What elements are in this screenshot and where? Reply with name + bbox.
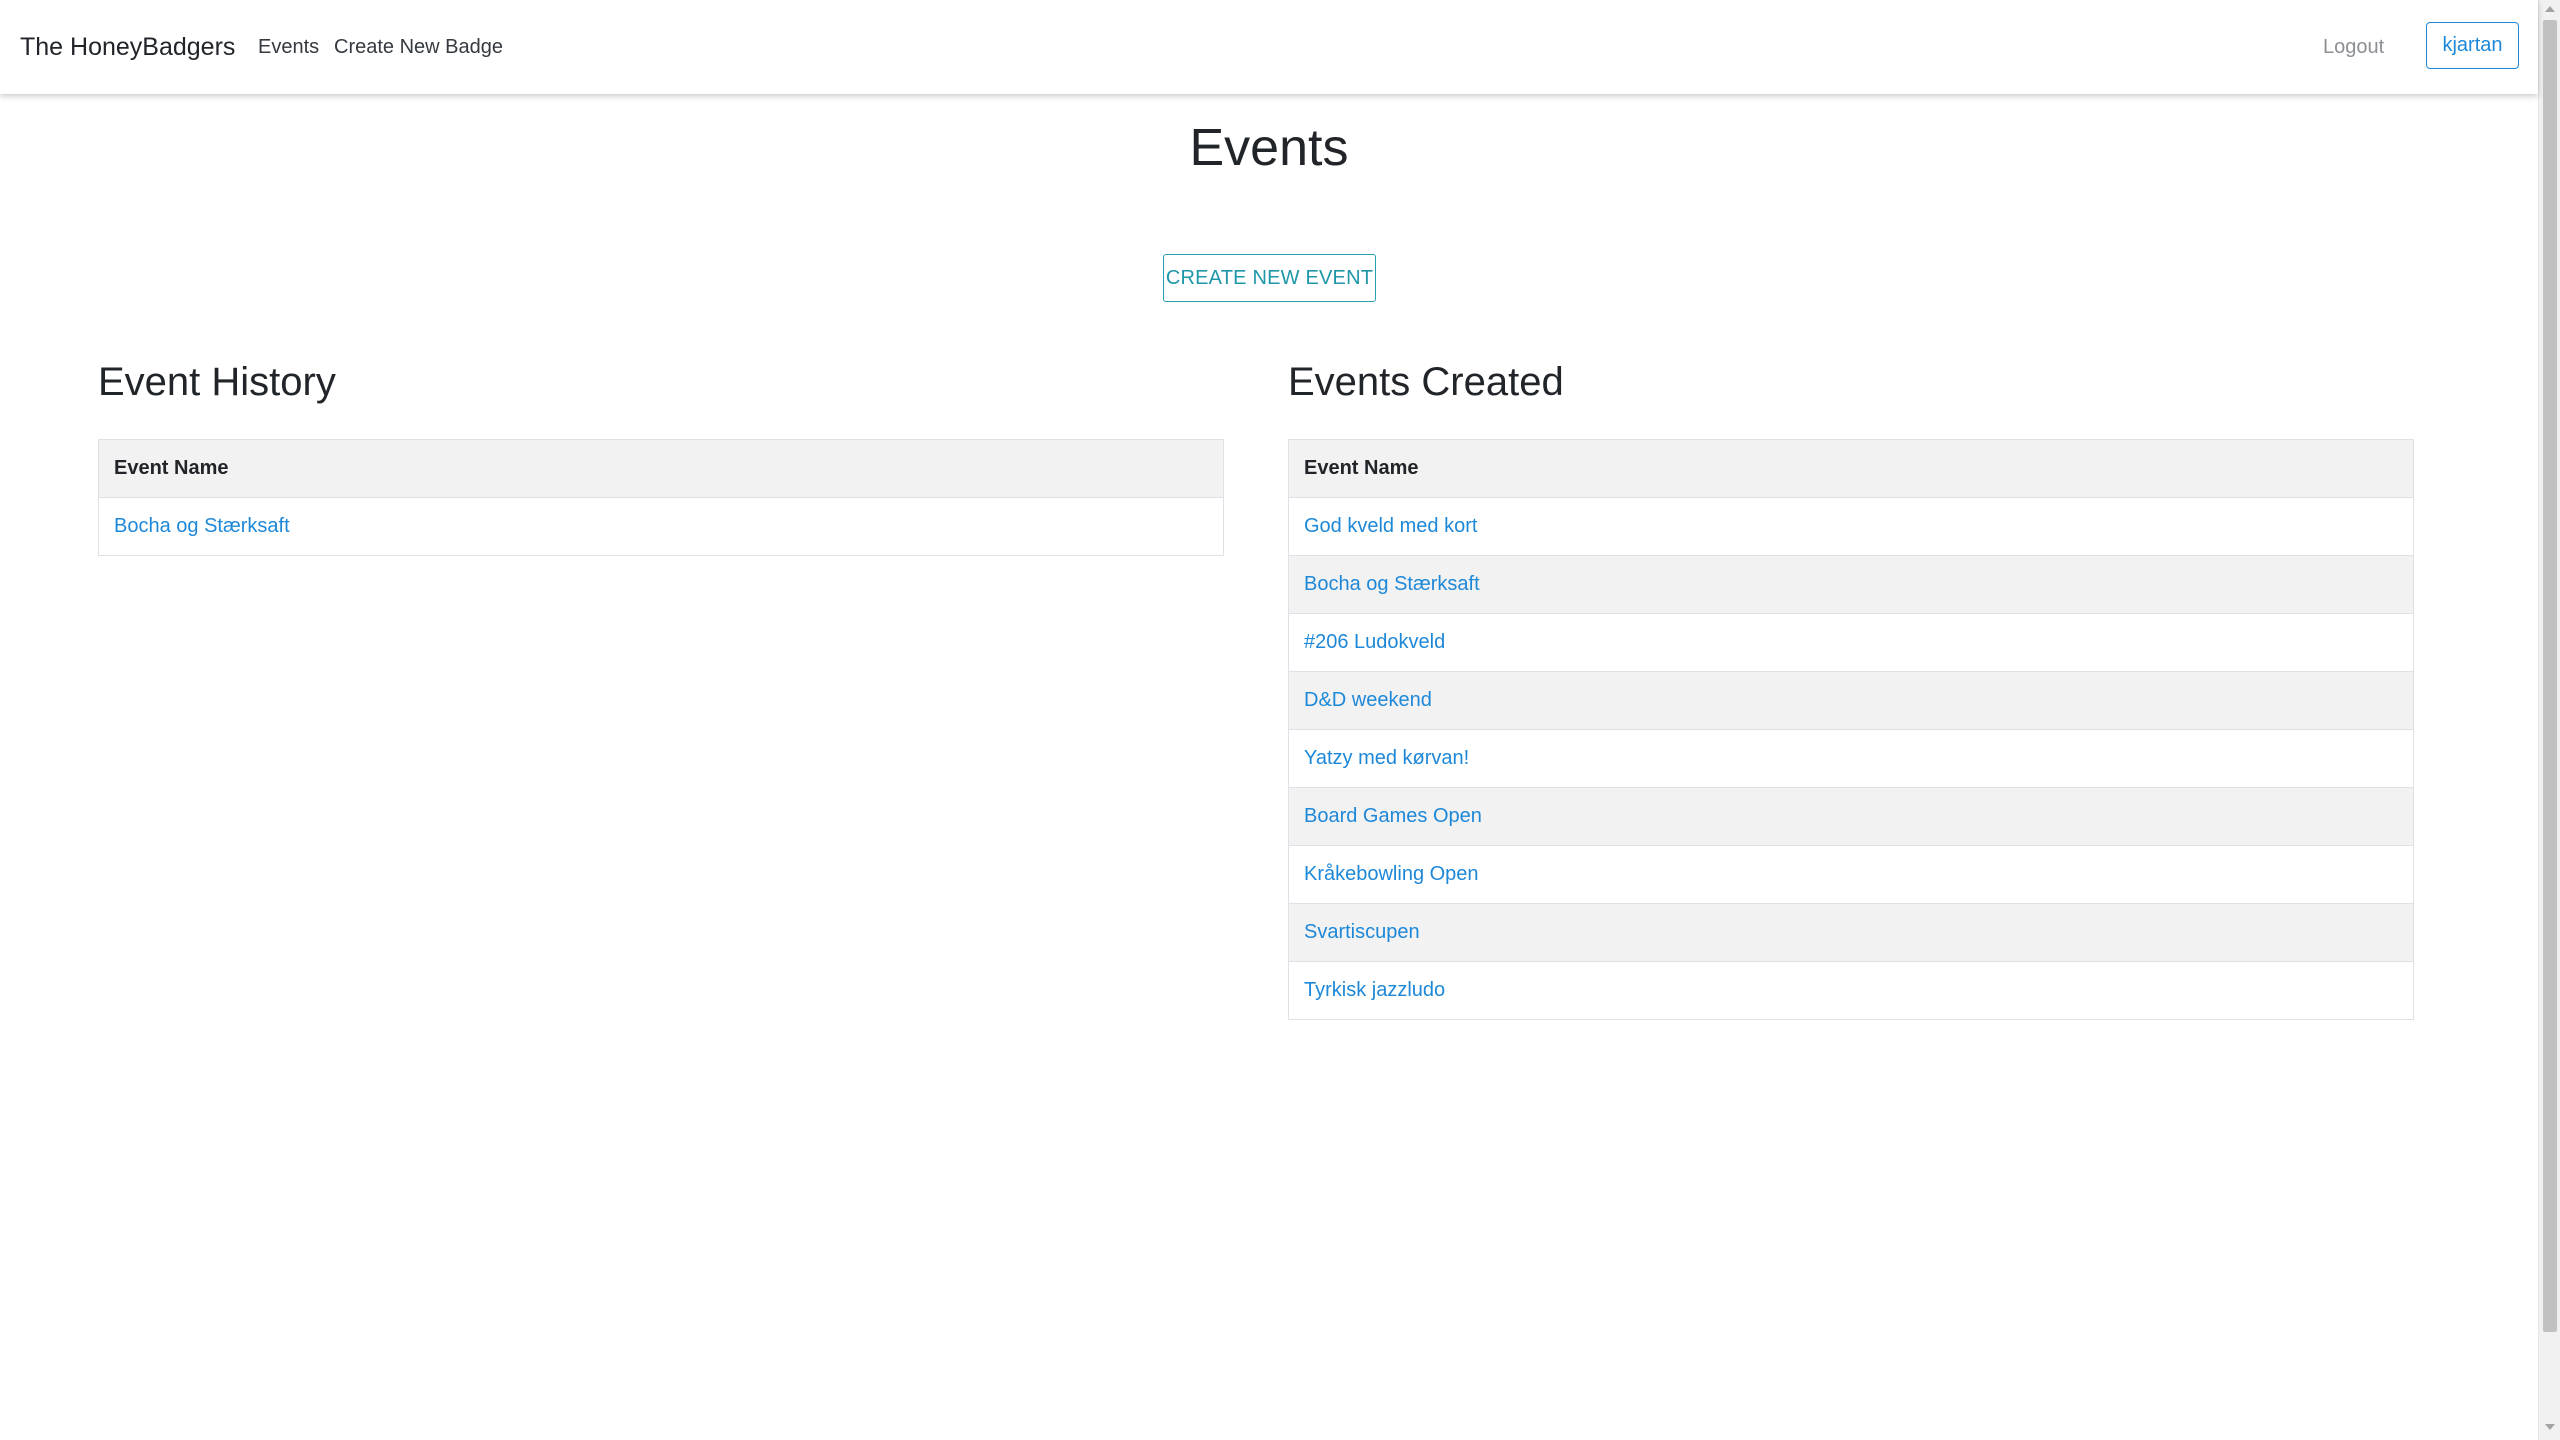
table-row: God kveld med kort (1288, 497, 2414, 556)
table-row: Bocha og Stærksaft (1288, 555, 2414, 614)
table-row: Bocha og Stærksaft (98, 497, 1224, 556)
table-row: Svartiscupen (1288, 903, 2414, 962)
table-cell: God kveld med kort (1288, 497, 2414, 556)
events-created-heading: Events Created (1288, 360, 1564, 404)
event-link[interactable]: Kråkebowling Open (1304, 863, 1479, 885)
table-row: Yatzy med kørvan! (1288, 729, 2414, 788)
event-link[interactable]: God kveld med kort (1304, 515, 1477, 537)
scroll-down-icon[interactable] (2545, 1424, 2555, 1430)
table-cell: Tyrkisk jazzludo (1288, 961, 2414, 1020)
nav-link-events[interactable]: Events (258, 0, 319, 94)
user-profile-button[interactable]: kjartan (2426, 22, 2519, 69)
table-row: #206 Ludokveld (1288, 613, 2414, 672)
event-history-table: Event Name Bocha og Stærksaft (98, 439, 1224, 556)
event-history-heading: Event History (98, 360, 336, 404)
event-link[interactable]: D&D weekend (1304, 689, 1432, 711)
table-header-row: Event Name (1288, 439, 2414, 498)
logout-link[interactable]: Logout (2323, 0, 2384, 94)
table-row: Tyrkisk jazzludo (1288, 961, 2414, 1020)
event-link[interactable]: Bocha og Stærksaft (114, 515, 290, 537)
scrollbar-thumb[interactable] (2543, 20, 2557, 1332)
event-link[interactable]: #206 Ludokveld (1304, 631, 1445, 653)
table-cell: Board Games Open (1288, 787, 2414, 846)
table-cell: D&D weekend (1288, 671, 2414, 730)
column-header-event-name: Event Name (98, 439, 1224, 498)
event-link[interactable]: Yatzy med kørvan! (1304, 747, 1469, 769)
table-cell: Bocha og Stærksaft (98, 497, 1224, 556)
column-header-event-name: Event Name (1288, 439, 2414, 498)
page-scrollbar[interactable] (2538, 0, 2560, 1440)
nav-link-create-new-badge[interactable]: Create New Badge (334, 0, 503, 94)
table-cell: Svartiscupen (1288, 903, 2414, 962)
brand-link[interactable]: The HoneyBadgers (20, 0, 235, 94)
table-row: Kråkebowling Open (1288, 845, 2414, 904)
scroll-up-icon[interactable] (2545, 6, 2555, 12)
event-link[interactable]: Board Games Open (1304, 805, 1482, 827)
top-navbar: The HoneyBadgers Events Create New Badge… (0, 0, 2538, 94)
event-link[interactable]: Bocha og Stærksaft (1304, 573, 1480, 595)
event-link[interactable]: Svartiscupen (1304, 921, 1420, 943)
events-created-table: Event Name God kveld med kort Bocha og S… (1288, 439, 2414, 1020)
table-cell: Yatzy med kørvan! (1288, 729, 2414, 788)
table-row: Board Games Open (1288, 787, 2414, 846)
event-link[interactable]: Tyrkisk jazzludo (1304, 979, 1445, 1001)
table-cell: Bocha og Stærksaft (1288, 555, 2414, 614)
table-cell: Kråkebowling Open (1288, 845, 2414, 904)
page-title: Events (1189, 119, 1349, 177)
table-header-row: Event Name (98, 439, 1224, 498)
table-cell: #206 Ludokveld (1288, 613, 2414, 672)
table-row: D&D weekend (1288, 671, 2414, 730)
create-new-event-button[interactable]: CREATE NEW EVENT (1163, 254, 1376, 302)
